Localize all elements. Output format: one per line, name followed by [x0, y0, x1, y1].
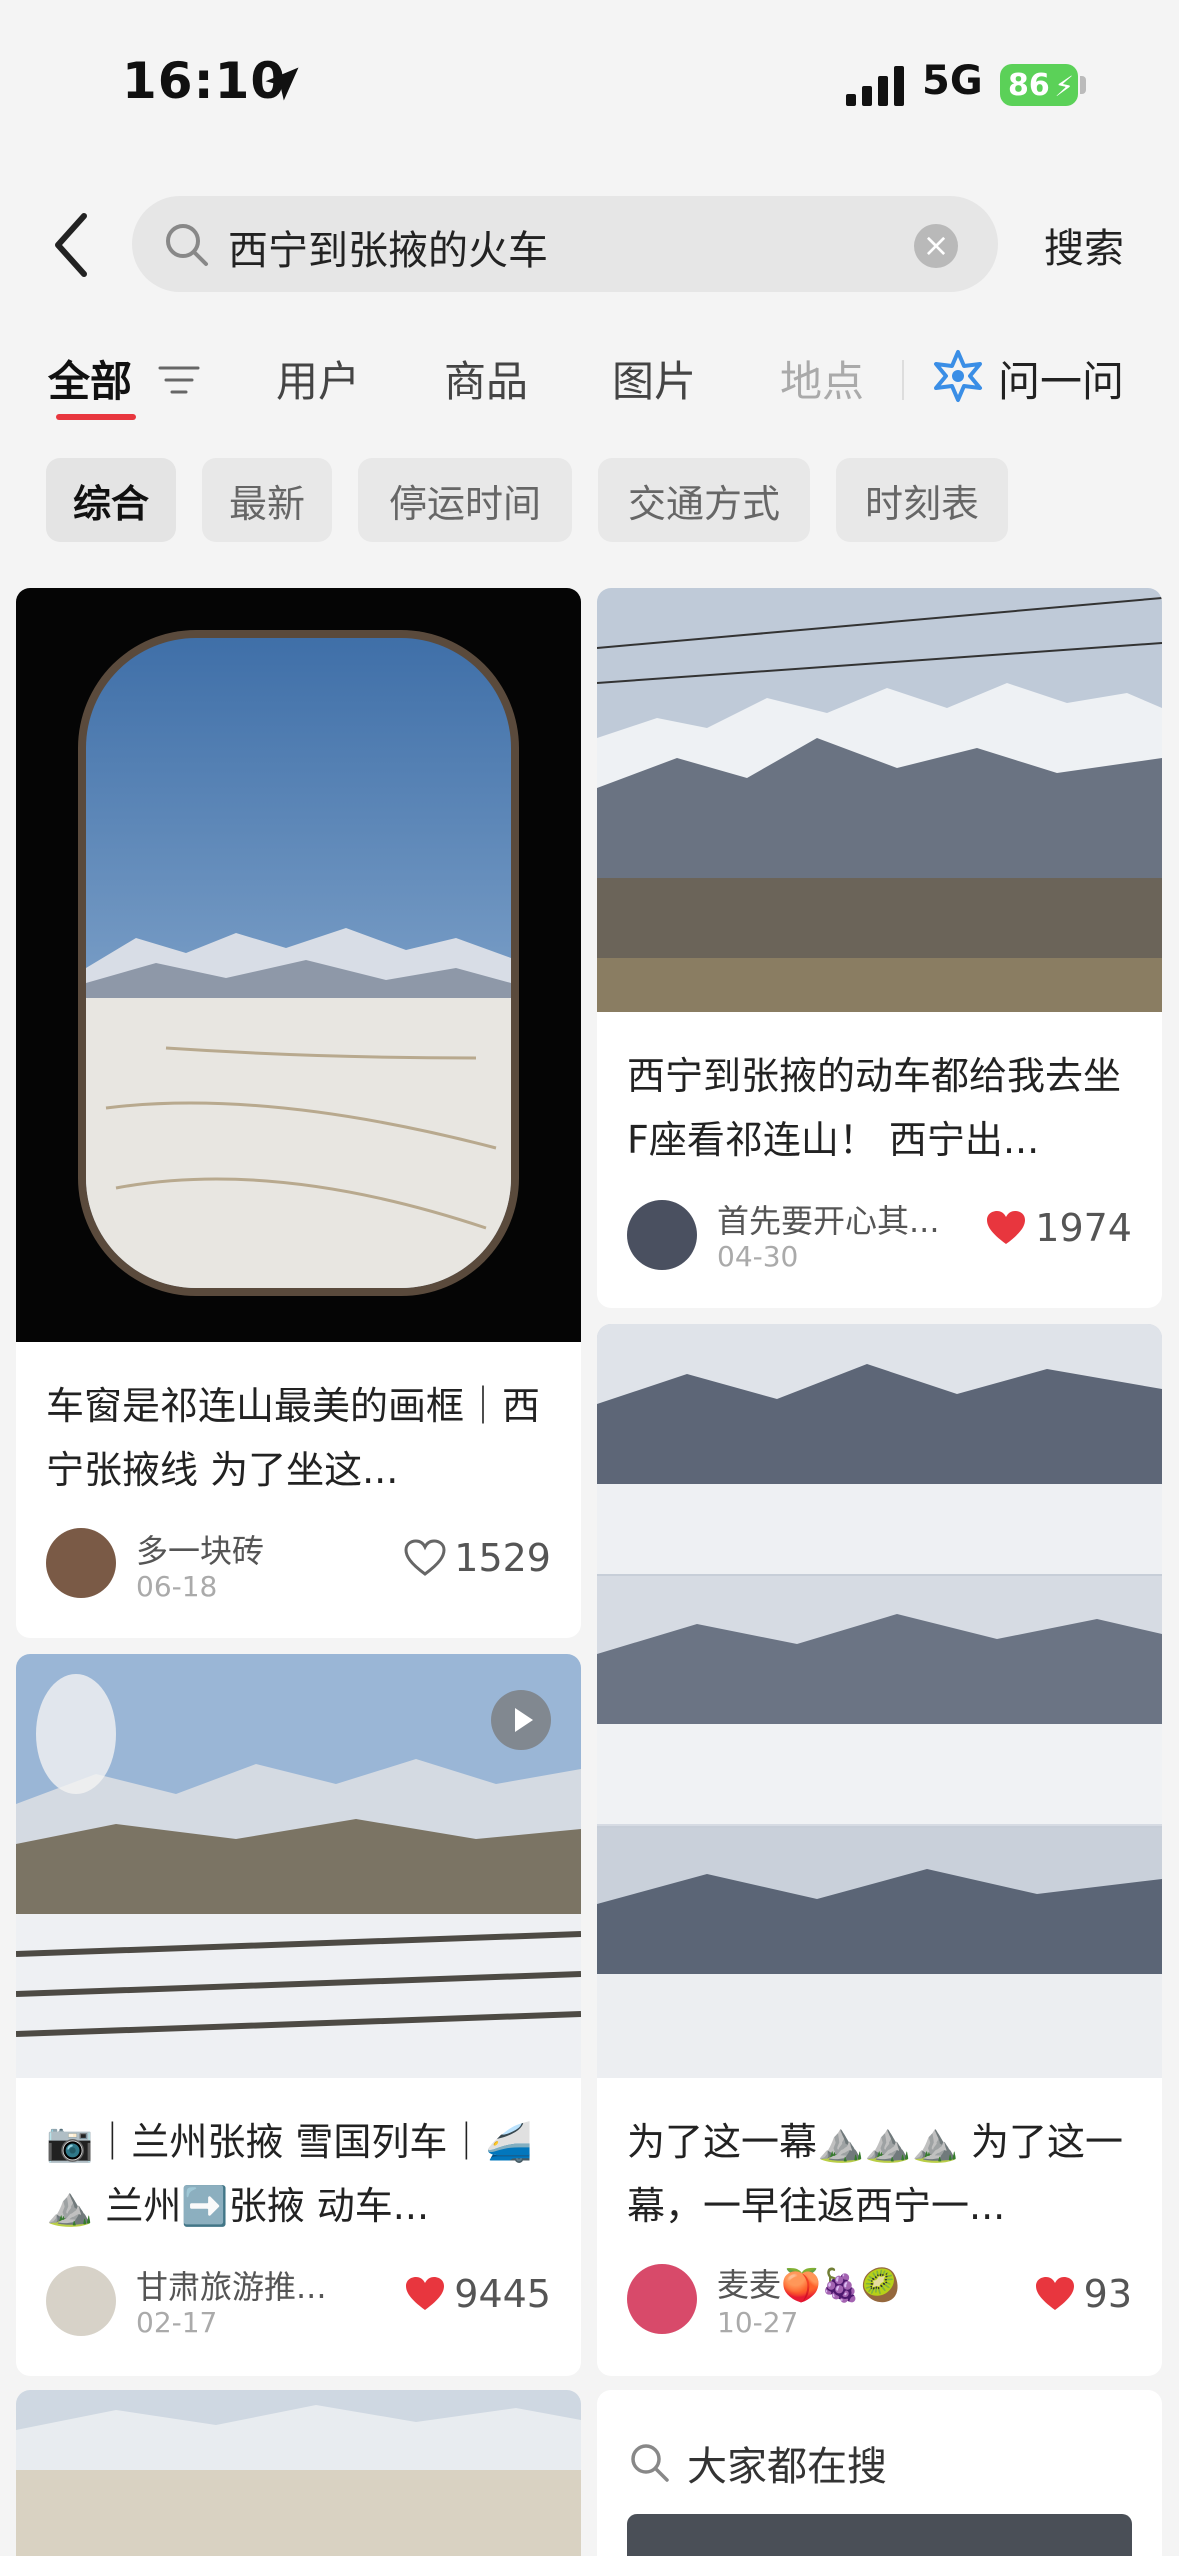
chip-timetable[interactable]: 时刻表 [836, 458, 1008, 542]
tab-images[interactable]: 图片 [612, 348, 696, 409]
card-date: 04-30 [717, 1240, 799, 1273]
location-arrow-icon [265, 67, 299, 101]
card-title: 西宁到张掖的动车都给我去坐F座看祁连山！ 西宁出... [627, 1054, 1122, 1162]
card-date: 02-17 [136, 2306, 218, 2339]
tab-users[interactable]: 用户 [276, 348, 360, 409]
search-icon [166, 224, 208, 266]
note-card[interactable]: 车窗是祁连山最美的画框｜西宁张掖线 为了坐这... 多一块砖 06-18 152… [16, 588, 581, 1638]
card-image-plateau [16, 2390, 581, 2556]
battery-level: 86 [1008, 67, 1050, 103]
like-count: 1529 [454, 1536, 551, 1580]
like-button[interactable]: 1974 [985, 1206, 1132, 1250]
like-button[interactable]: 9445 [404, 2272, 551, 2316]
network-type: 5G [922, 58, 983, 104]
like-count: 93 [1083, 2272, 1132, 2316]
like-button[interactable]: 93 [1034, 2272, 1132, 2316]
battery-cap [1080, 76, 1086, 94]
chip-latest[interactable]: 最新 [202, 458, 332, 542]
hot-search-image[interactable] [627, 2514, 1132, 2556]
card-image-snow-mountains [597, 588, 1162, 1012]
card-image-train-window [16, 588, 581, 1342]
category-tabs: 全部 用户 商品 图片 地点 问一问 [0, 340, 1179, 440]
search-button[interactable]: 搜索 [1044, 216, 1124, 274]
hot-search-title: 大家都在搜 [687, 2444, 887, 2490]
heart-filled-icon [987, 1211, 1026, 1244]
card-author[interactable]: 首先要开心其... [717, 1196, 940, 1242]
card-title: 为了这一幕⛰️⛰️⛰️ 为了这一幕，一早往返西宁一... [627, 2120, 1124, 2228]
card-date: 06-18 [136, 1570, 218, 1603]
tab-divider [902, 360, 904, 400]
tab-active-indicator [56, 414, 136, 420]
avatar[interactable] [627, 1200, 697, 1270]
status-bar: 16:10 5G 86 ⚡ [0, 0, 1179, 170]
search-icon [631, 2444, 669, 2482]
like-button[interactable]: 1529 [404, 1536, 551, 1580]
like-count: 9445 [454, 2272, 551, 2316]
card-title: 车窗是祁连山最美的画框｜西宁张掖线 为了坐这... [46, 1384, 541, 1492]
chip-comprehensive[interactable]: 综合 [46, 458, 176, 542]
avatar[interactable] [46, 1528, 116, 1598]
heart-filled-icon [406, 2277, 445, 2310]
like-count: 1974 [1035, 1206, 1132, 1250]
tab-all[interactable]: 全部 [48, 348, 132, 409]
clear-icon[interactable]: × [914, 224, 958, 268]
note-card[interactable]: 为了这一幕⛰️⛰️⛰️ 为了这一幕，一早往返西宁一... 麦麦🍑🍇🥝 10-27… [597, 1324, 1162, 2376]
battery-icon: 86 ⚡ [1000, 64, 1078, 106]
note-card[interactable]: 西宁到张掖的动车都给我去坐F座看祁连山！ 西宁出... 首先要开心其... 04… [597, 588, 1162, 1308]
ask-ai-icon[interactable] [930, 348, 986, 404]
search-query: 西宁到张掖的火车 [228, 228, 548, 274]
card-title: 📷｜兰州张掖 雪国列车｜🚄⛰️ 兰州➡️张掖 动车... [46, 2120, 533, 2228]
charging-icon: ⚡ [1054, 70, 1074, 103]
play-icon[interactable] [491, 1690, 551, 1750]
card-author[interactable]: 麦麦🍑🍇🥝 [717, 2260, 901, 2306]
card-image-mountain-collage [597, 1324, 1162, 2078]
tab-places[interactable]: 地点 [780, 348, 864, 409]
chip-suspension-time[interactable]: 停运时间 [358, 458, 572, 542]
avatar[interactable] [627, 2264, 697, 2334]
note-card[interactable] [16, 2390, 581, 2556]
ask-ai-button[interactable]: 问一问 [998, 348, 1124, 409]
filter-icon[interactable] [156, 360, 202, 400]
note-card[interactable]: 📷｜兰州张掖 雪国列车｜🚄⛰️ 兰州➡️张掖 动车... 甘肃旅游推... 02… [16, 1654, 581, 2376]
card-author[interactable]: 多一块砖 [136, 1526, 264, 1572]
chip-transport-mode[interactable]: 交通方式 [598, 458, 810, 542]
card-date: 10-27 [717, 2306, 799, 2339]
card-author[interactable]: 甘肃旅游推... [136, 2262, 327, 2308]
heart-outline-icon [404, 1539, 446, 1576]
tab-products[interactable]: 商品 [444, 348, 528, 409]
search-input[interactable]: 西宁到张掖的火车 × [132, 196, 998, 292]
back-arrow-icon[interactable] [48, 210, 98, 280]
signal-icon [846, 66, 904, 106]
avatar[interactable] [46, 2266, 116, 2336]
hot-search-card[interactable]: 大家都在搜 [597, 2390, 1162, 2556]
heart-filled-icon [1035, 2277, 1074, 2310]
